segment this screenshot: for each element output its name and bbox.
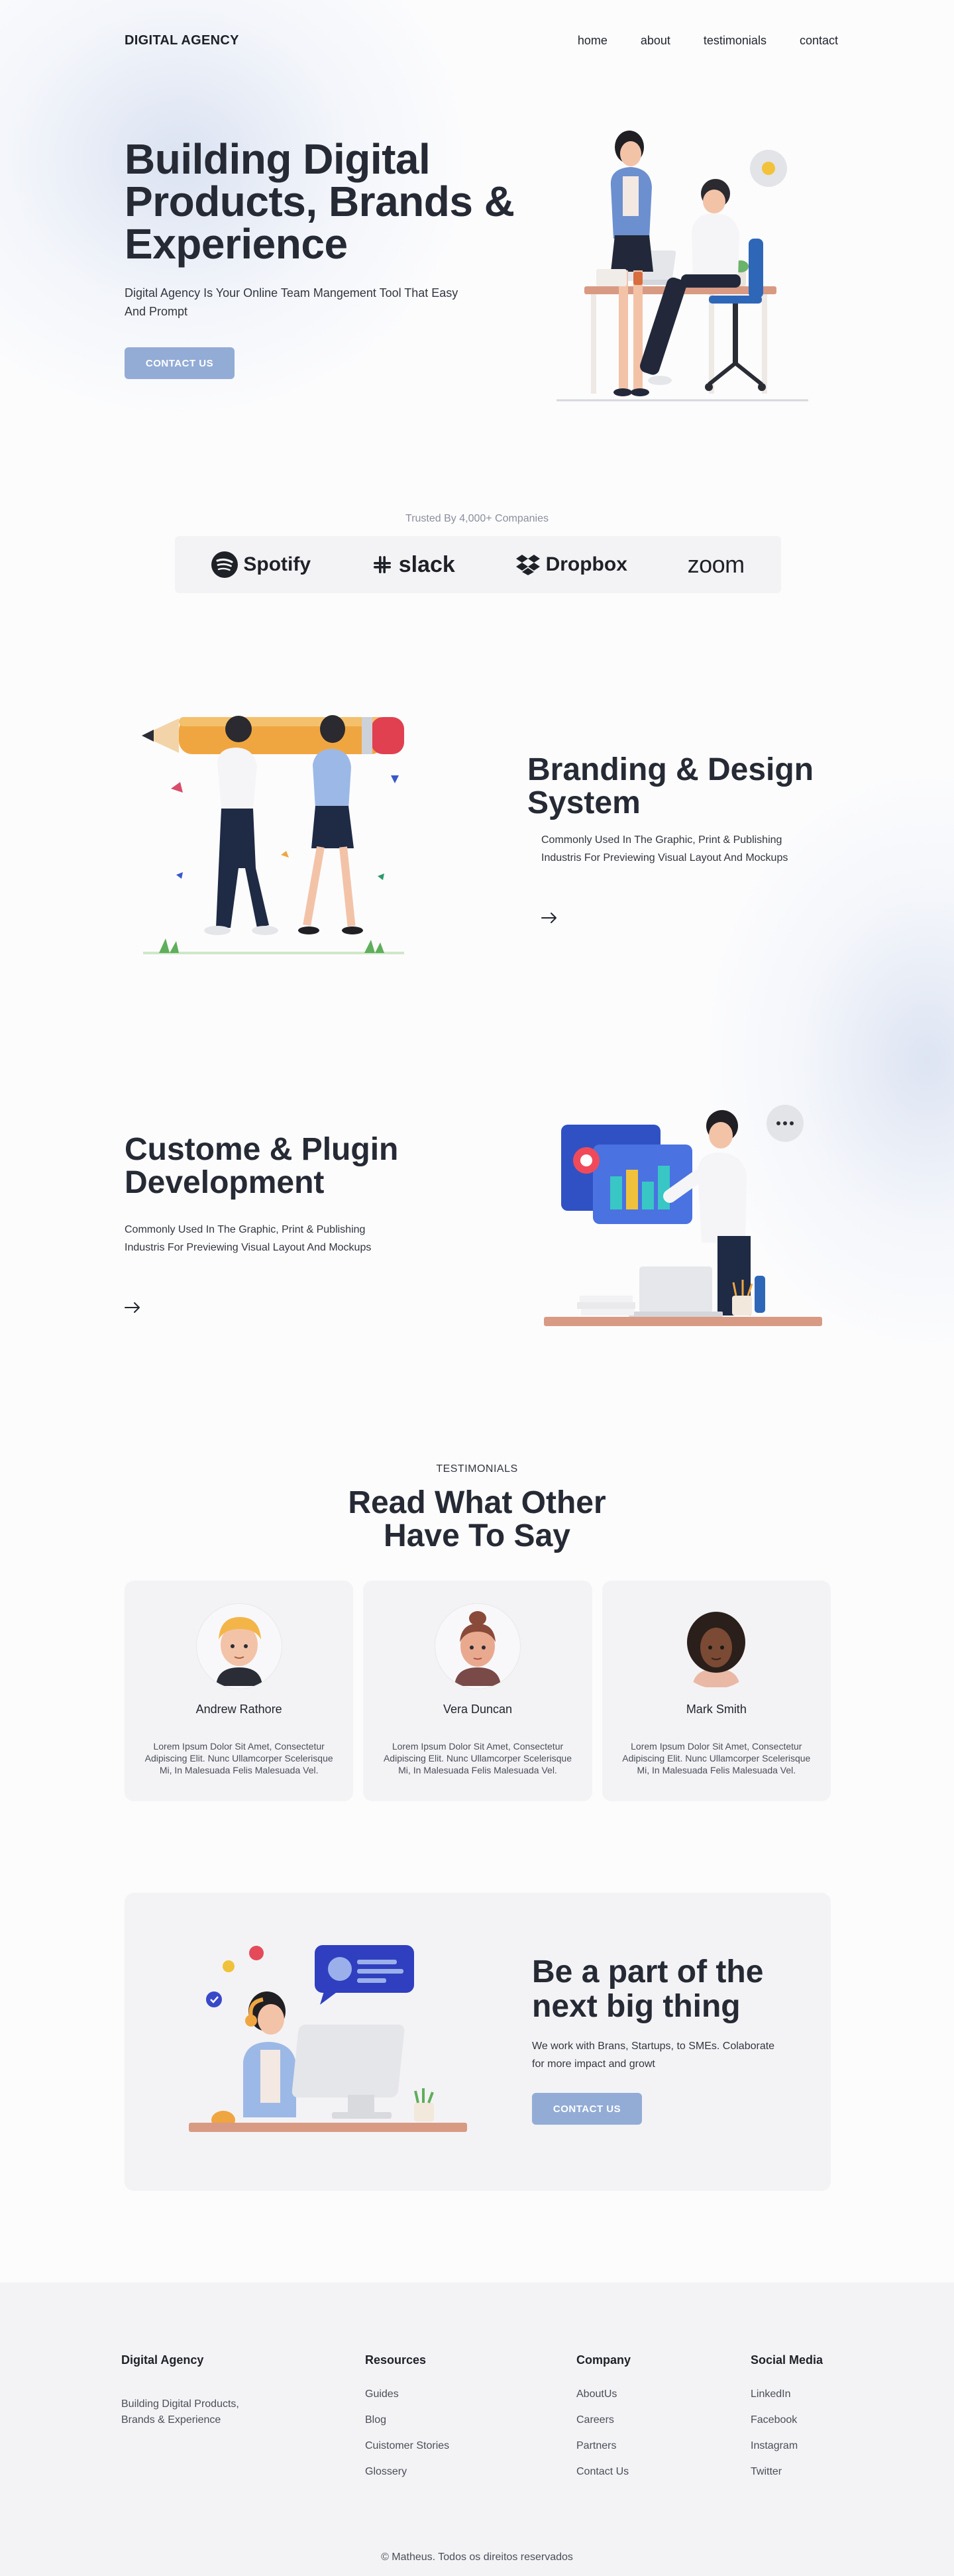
nav-link-home[interactable]: home: [578, 34, 608, 48]
branding-title: Branding & Design System: [527, 752, 814, 820]
footer-link-facebook[interactable]: Facebook: [751, 2414, 823, 2426]
footer-link[interactable]: Contact Us: [576, 2466, 631, 2478]
nav-link-about[interactable]: about: [641, 34, 670, 48]
testimonials-label: TESTIMONIALS: [436, 1463, 518, 1475]
brand-name: Dropbox: [545, 553, 627, 575]
testimonial-card: Vera Duncan Lorem Ipsum Dolor Sit Amet, …: [363, 1581, 592, 1801]
testimonials-title: Read What Other Have To Say: [0, 1486, 954, 1553]
footer-link[interactable]: Careers: [576, 2414, 631, 2426]
footer-about: Building Digital Products, Brands & Expe…: [121, 2398, 239, 2426]
dropbox-icon: [515, 555, 540, 575]
footer-col-title: Company: [576, 2353, 631, 2367]
slack-icon: [373, 556, 391, 573]
copyright: © Matheus. Todos os direitos reservados: [381, 2551, 573, 2563]
footer-brand: Digital Agency: [121, 2353, 203, 2388]
avatar: [195, 1603, 282, 1689]
cta-text: We work with Brans, Startups, to SMEs. C…: [532, 2041, 775, 2070]
footer-link-twitter[interactable]: Twitter: [751, 2466, 823, 2478]
testimonial-text: Lorem Ipsum Dolor Sit Amet, Consectetur …: [383, 1741, 572, 1775]
footer-link-linkedin[interactable]: LinkedIn: [751, 2388, 823, 2400]
plugin-illustration: [544, 1105, 822, 1326]
hero-title: Building Digital Products, Brands & Expe…: [125, 135, 515, 268]
avatar-vera-icon: [454, 1611, 501, 1686]
arrow-right-icon[interactable]: [123, 1298, 142, 1317]
brand-spotify: Spotify: [211, 551, 311, 578]
trusted-logos: Spotify slack Dropbox zoom: [175, 536, 781, 593]
hero-subtitle: Digital Agency Is Your Online Team Mange…: [125, 286, 458, 318]
plugin-title: Custome & Plugin Development: [125, 1132, 399, 1200]
nav-link-testimonials[interactable]: testimonials: [704, 34, 767, 48]
nav-links: home about testimonials contact: [545, 34, 838, 48]
brand-zoom: zoom: [688, 551, 745, 579]
nav-link-contact[interactable]: contact: [800, 34, 838, 48]
testimonial-card: Andrew Rathore Lorem Ipsum Dolor Sit Ame…: [125, 1581, 354, 1801]
testimonial-text: Lorem Ipsum Dolor Sit Amet, Consectetur …: [622, 1741, 811, 1775]
avatar-andrew-icon: [215, 1617, 262, 1686]
cta-contact-button[interactable]: CONTACT US: [532, 2093, 642, 2125]
footer-link[interactable]: Glossery: [365, 2466, 449, 2478]
footer-link[interactable]: Cuistomer Stories: [365, 2440, 449, 2452]
footer-link[interactable]: Partners: [576, 2440, 631, 2452]
brand-name: zoom: [687, 551, 745, 578]
avatar: [434, 1603, 521, 1689]
footer-link[interactable]: AboutUs: [576, 2388, 631, 2400]
testimonial-card: Mark Smith Lorem Ipsum Dolor Sit Amet, C…: [602, 1581, 831, 1801]
footer-col-resources: Resources Guides Blog Cuistomer Stories …: [365, 2353, 449, 2492]
footer-col-social: Social Media LinkedIn Facebook Instagram…: [751, 2353, 823, 2492]
footer-col-company: Company AboutUs Careers Partners Contact…: [576, 2353, 631, 2492]
branding-text: Commonly Used In The Graphic, Print & Pu…: [541, 834, 788, 864]
spotify-icon: [211, 551, 238, 578]
testimonial-name: Andrew Rathore: [195, 1703, 282, 1716]
testimonial-cards: Andrew Rathore Lorem Ipsum Dolor Sit Ame…: [125, 1581, 831, 1801]
footer-link[interactable]: Blog: [365, 2414, 449, 2426]
footer-link[interactable]: Guides: [365, 2388, 449, 2400]
cta-title: Be a part of the next big thing: [532, 1954, 764, 2024]
branding-illustration: [142, 715, 404, 954]
cta-illustration: [189, 1945, 467, 2132]
top-nav: DIGITAL AGENCY home about testimonials c…: [125, 30, 838, 50]
hero-illustration: [556, 131, 808, 402]
plugin-text: Commonly Used In The Graphic, Print & Pu…: [125, 1224, 372, 1253]
footer-col-title: Resources: [365, 2353, 427, 2367]
testimonial-text: Lorem Ipsum Dolor Sit Amet, Consectetur …: [144, 1741, 333, 1775]
avatar-mark-icon: [687, 1612, 746, 1687]
testimonial-name: Mark Smith: [686, 1703, 747, 1716]
brand-slack: slack: [371, 552, 455, 578]
testimonials-title-text: Read What Other Have To Say: [348, 1485, 606, 1553]
hero-contact-button[interactable]: CONTACT US: [125, 347, 235, 379]
footer-brand-title: Digital Agency: [121, 2353, 204, 2367]
footer-col-title: Social Media: [751, 2353, 823, 2367]
logo[interactable]: DIGITAL AGENCY: [125, 33, 239, 48]
brand-dropbox: Dropbox: [515, 553, 627, 576]
brand-name: slack: [398, 551, 455, 577]
trusted-label: Trusted By 4,000+ Companies: [405, 513, 549, 524]
avatar: [673, 1603, 760, 1689]
testimonial-name: Vera Duncan: [443, 1703, 513, 1716]
brand-name: Spotify: [243, 553, 311, 575]
arrow-right-icon[interactable]: [539, 908, 559, 928]
footer-link-instagram[interactable]: Instagram: [751, 2440, 823, 2452]
